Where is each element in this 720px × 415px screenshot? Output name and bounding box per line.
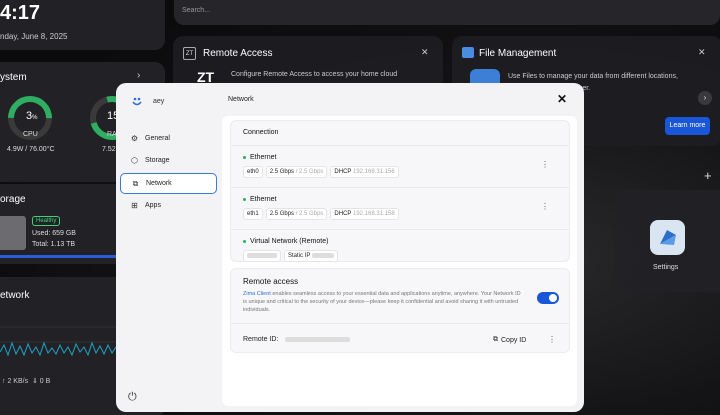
folder-icon	[462, 47, 474, 58]
storage-used: Used: 659 GB	[32, 230, 76, 237]
chevron-right-icon[interactable]: ›	[698, 91, 712, 105]
network-stats: ↑ 2 KB/s ⇓ 0 B	[2, 378, 51, 385]
remote-access-description: Configure Remote Access to access your h…	[231, 71, 398, 78]
settings-sidebar: aey ⚙ General ⬡ Storage ⧉ Network ⊞ Apps…	[116, 83, 222, 412]
connection-row-eth1: Ethernet eth1 2.5 Gbps / 2.5 Gbps DHCP 1…	[231, 187, 569, 229]
learn-more-button[interactable]: Learn more	[665, 117, 710, 135]
username: aey	[153, 98, 165, 105]
settings-app-icon	[650, 220, 685, 255]
status-dot	[243, 197, 246, 201]
remote-id-value	[285, 337, 350, 342]
storage-title: orage	[0, 194, 26, 205]
copy-id-label: Copy ID	[501, 336, 527, 344]
more-options-icon[interactable]: ⋮	[541, 202, 549, 211]
settings-dialog: aey ⚙ General ⬡ Storage ⧉ Network ⊞ Apps…	[116, 83, 584, 412]
sidebar-item-label: Apps	[145, 202, 161, 209]
search-bar[interactable]: Search...	[174, 0, 720, 25]
more-options-icon[interactable]: ⋮	[541, 160, 549, 169]
remote-access-toggle[interactable]	[537, 292, 559, 304]
cpu-value: 3%	[26, 110, 38, 122]
remote-access-title: Remote Access	[203, 48, 273, 59]
clock-date: nday, June 8, 2025	[0, 32, 68, 41]
system-title: ystem	[0, 72, 27, 83]
ip-chip: DHCP 192.168.31.156	[330, 166, 399, 178]
clock-time: 4:17	[0, 2, 41, 24]
storage-total: Total: 1.13 TB	[32, 241, 76, 248]
cube-icon: ⬡	[131, 156, 138, 165]
sidebar-item-storage[interactable]: ⬡ Storage	[120, 150, 217, 171]
app-logo-icon	[132, 97, 142, 106]
connection-name: Ethernet	[243, 196, 276, 203]
file-management-title: File Management	[479, 48, 557, 59]
remote-id-row: Remote ID: ⧉ Copy ID ⋮	[231, 323, 569, 353]
remote-access-section: Remote access Zima Client enables seamle…	[230, 268, 570, 353]
add-widget-icon[interactable]: +	[704, 168, 712, 183]
iface-chip: eth0	[243, 166, 263, 178]
sidebar-item-general[interactable]: ⚙ General	[120, 128, 217, 149]
ram-detail: 7.52	[102, 146, 116, 153]
ip-chip: DHCP 192.168.31.158	[330, 208, 399, 220]
remote-id-label: Remote ID:	[243, 336, 279, 343]
copy-id-button[interactable]: ⧉ Copy ID	[493, 333, 526, 347]
status-dot	[243, 239, 246, 243]
chevron-right-icon[interactable]: ›	[137, 70, 140, 81]
settings-tile[interactable]: Settings	[615, 190, 720, 292]
cpu-detail: 4.9W / 76.00°C	[7, 146, 55, 153]
sidebar-item-label: General	[145, 135, 170, 142]
network-title: etwork	[0, 290, 30, 301]
close-icon[interactable]: ✕	[421, 47, 429, 58]
network-icon: ⧉	[132, 179, 139, 188]
connection-section: Connection Ethernet eth0 2.5 Gbps / 2.5 …	[230, 120, 570, 263]
network-content: Connection Ethernet eth0 2.5 Gbps / 2.5 …	[222, 116, 577, 406]
connection-chips: eth1 2.5 Gbps / 2.5 Gbps DHCP 192.168.31…	[243, 208, 399, 220]
search-input[interactable]: Search...	[182, 7, 210, 14]
sidebar-item-apps[interactable]: ⊞ Apps	[120, 195, 217, 216]
power-icon[interactable]: ⏻	[128, 391, 137, 404]
connection-name: Virtual Network (Remote)	[243, 238, 328, 245]
sidebar-item-label: Network	[146, 180, 172, 187]
more-options-icon[interactable]: ⋮	[548, 335, 556, 344]
connection-chips: Static IP	[243, 250, 338, 263]
connection-chips: eth0 2.5 Gbps / 2.5 Gbps DHCP 192.168.31…	[243, 166, 399, 178]
iface-chip	[243, 250, 281, 263]
status-badge: Healthy	[32, 216, 61, 226]
ip-chip: Static IP	[284, 250, 338, 263]
remote-access-icon: ZT	[183, 47, 196, 60]
iface-chip: eth1	[243, 208, 263, 220]
connection-row-virtual: Virtual Network (Remote) Static IP	[231, 229, 569, 263]
remote-access-heading: Remote access	[243, 277, 299, 286]
clock-widget: 4:17 nday, June 8, 2025	[0, 0, 165, 50]
settings-label: Settings	[653, 264, 679, 271]
disk-icon	[0, 216, 26, 250]
sidebar-item-network[interactable]: ⧉ Network	[120, 173, 217, 194]
close-icon[interactable]: ✕	[698, 47, 706, 58]
connection-row-eth0: Ethernet eth0 2.5 Gbps / 2.5 Gbps DHCP 1…	[231, 145, 569, 187]
apps-icon: ⊞	[131, 201, 138, 210]
status-dot	[243, 155, 246, 159]
copy-icon: ⧉	[493, 336, 498, 343]
connection-heading: Connection	[243, 129, 279, 136]
zima-client-link[interactable]: Zima Client	[243, 291, 271, 297]
speed-chip: 2.5 Gbps / 2.5 Gbps	[265, 166, 328, 178]
network-panel: Network ✕ Connection Ethernet eth0 2.5 G…	[222, 83, 584, 412]
close-icon[interactable]: ✕	[557, 92, 567, 106]
connection-name: Ethernet	[243, 154, 276, 161]
gear-icon: ⚙	[130, 134, 139, 143]
sidebar-item-label: Storage	[145, 157, 170, 164]
cpu-label: CPU	[23, 131, 38, 138]
speed-chip: 2.5 Gbps / 2.5 Gbps	[265, 208, 328, 220]
remote-access-description: Zima Client enables seamless access to y…	[243, 291, 521, 313]
page-title: Network	[228, 96, 254, 103]
